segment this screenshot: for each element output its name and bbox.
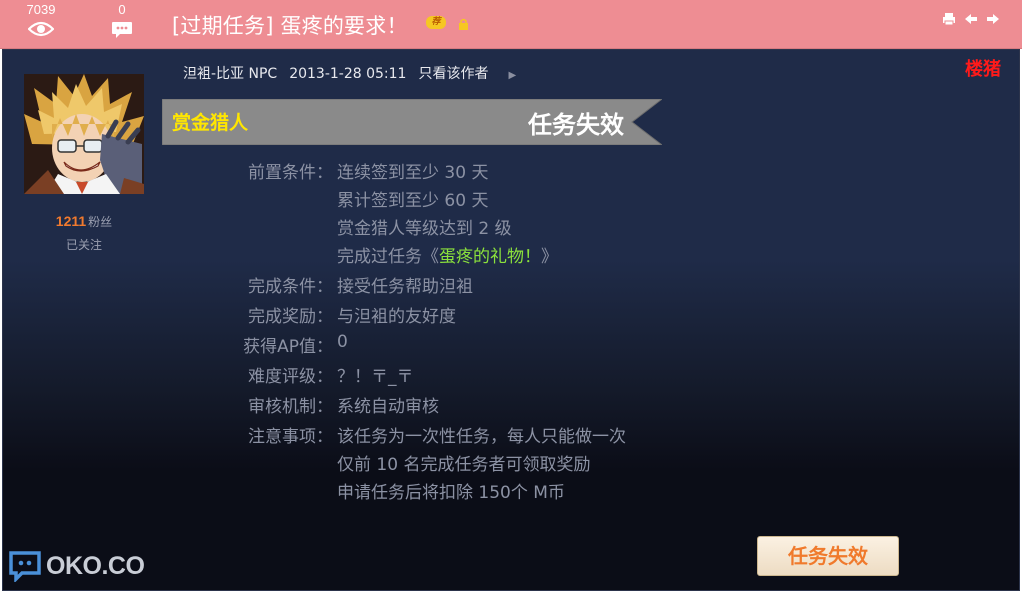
watermark-text: OKO.CO bbox=[46, 552, 145, 580]
post-date: 2013-1-28 05:11 bbox=[289, 66, 407, 82]
next-icon[interactable] bbox=[986, 12, 1000, 26]
thread-title: [过期任务] 蛋疼的要求！ bbox=[172, 14, 408, 38]
prereq-task-suffix: 》 bbox=[541, 247, 558, 267]
only-author-link[interactable]: 只看该作者 bbox=[418, 66, 488, 82]
ap-label: 获得AP值： bbox=[243, 337, 333, 357]
prereq-task-link[interactable]: 蛋疼的礼物！ bbox=[439, 247, 541, 267]
review-label: 审核机制： bbox=[248, 397, 333, 417]
complete-label: 完成条件： bbox=[248, 277, 333, 297]
notes-item: 该任务为一次性任务，每人只能做一次 bbox=[337, 427, 626, 447]
prereq-item: 连续签到至少 30 天 bbox=[337, 163, 489, 183]
floor-label: 楼猪 bbox=[965, 59, 1001, 80]
reward-label: 完成奖励： bbox=[248, 307, 333, 327]
comments-stat: 0 bbox=[102, 2, 142, 39]
fans-info: 1211 粉丝 bbox=[24, 213, 144, 230]
prereq-label: 前置条件： bbox=[248, 163, 333, 183]
print-icon[interactable] bbox=[942, 12, 956, 26]
thread-header: 7039 0 [过期任务] 蛋疼的要求！ 荐 bbox=[0, 0, 1022, 49]
views-count: 7039 bbox=[26, 2, 56, 17]
review-value: 系统自动审核 bbox=[337, 397, 439, 417]
views-stat: 7039 bbox=[21, 2, 61, 37]
ap-value: 0 bbox=[337, 332, 348, 352]
post-panel: 楼猪 1211 粉丝 已关注 泹袓-比亚 NPC 2013-1-28 05:11… bbox=[2, 49, 1020, 591]
notes-item: 仅前 10 名完成任务者可领取奖励 bbox=[337, 455, 591, 475]
author-name[interactable]: 泹袓-比亚 NPC bbox=[183, 66, 277, 82]
recommend-badge: 荐 bbox=[426, 16, 446, 29]
fans-count: 1211 bbox=[55, 213, 87, 229]
prereq-task-prefix: 完成过任务《 bbox=[337, 247, 439, 267]
difficulty-label: 难度评级： bbox=[248, 367, 333, 387]
fans-label: 粉丝 bbox=[88, 215, 113, 229]
eye-icon bbox=[28, 21, 54, 37]
comments-count: 0 bbox=[118, 2, 126, 17]
prereq-item: 累计签到至少 60 天 bbox=[337, 191, 489, 211]
lock-icon bbox=[459, 18, 468, 30]
banner-role: 赏金猎人 bbox=[172, 112, 249, 134]
caret-right-icon: ▶ bbox=[508, 70, 517, 81]
prev-icon[interactable] bbox=[964, 12, 978, 26]
notes-item: 申请任务后将扣除 150个 M币 bbox=[337, 483, 565, 503]
complete-value: 接受任务帮助泹袓 bbox=[337, 277, 473, 297]
prereq-task: 完成过任务《蛋疼的礼物！》 bbox=[337, 242, 558, 267]
follow-status[interactable]: 已关注 bbox=[24, 236, 144, 253]
reward-value: 与泹袓的友好度 bbox=[337, 307, 456, 327]
task-failed-button[interactable]: 任务失效 bbox=[757, 536, 899, 576]
prereq-item: 赏金猎人等级达到 2 级 bbox=[337, 219, 512, 239]
comment-icon bbox=[112, 22, 132, 38]
banner-status: 任务失效 bbox=[528, 111, 624, 139]
task-banner: 赏金猎人 任务失效 bbox=[162, 99, 662, 145]
difficulty-value: ？！〒_〒 bbox=[337, 367, 414, 387]
notes-label: 注意事项： bbox=[248, 427, 333, 447]
chat-logo-icon bbox=[9, 551, 41, 582]
post-meta: 泹袓-比亚 NPC 2013-1-28 05:11 只看该作者 ▶ bbox=[183, 63, 528, 83]
